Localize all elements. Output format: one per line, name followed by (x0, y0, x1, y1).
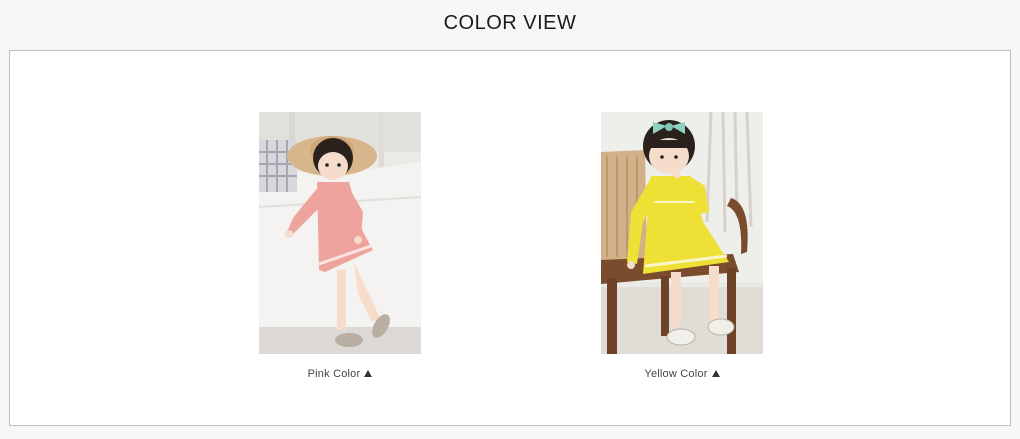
product-variant-yellow[interactable]: Yellow Color (601, 112, 763, 380)
variant-caption-pink[interactable]: Pink Color (259, 368, 421, 380)
product-photo-pink[interactable] (259, 112, 421, 354)
color-view-panel: Pink Color Yellow Color (9, 50, 1011, 426)
triangle-up-icon (364, 370, 373, 377)
variant-caption-yellow[interactable]: Yellow Color (601, 368, 763, 380)
product-photo-yellow[interactable] (601, 112, 763, 354)
product-variant-pink[interactable]: Pink Color (259, 112, 421, 380)
variant-label-pink: Pink Color (307, 368, 361, 380)
section-title: COLOR VIEW (443, 12, 577, 34)
triangle-up-icon (711, 370, 720, 377)
variant-label-yellow: Yellow Color (644, 368, 708, 380)
